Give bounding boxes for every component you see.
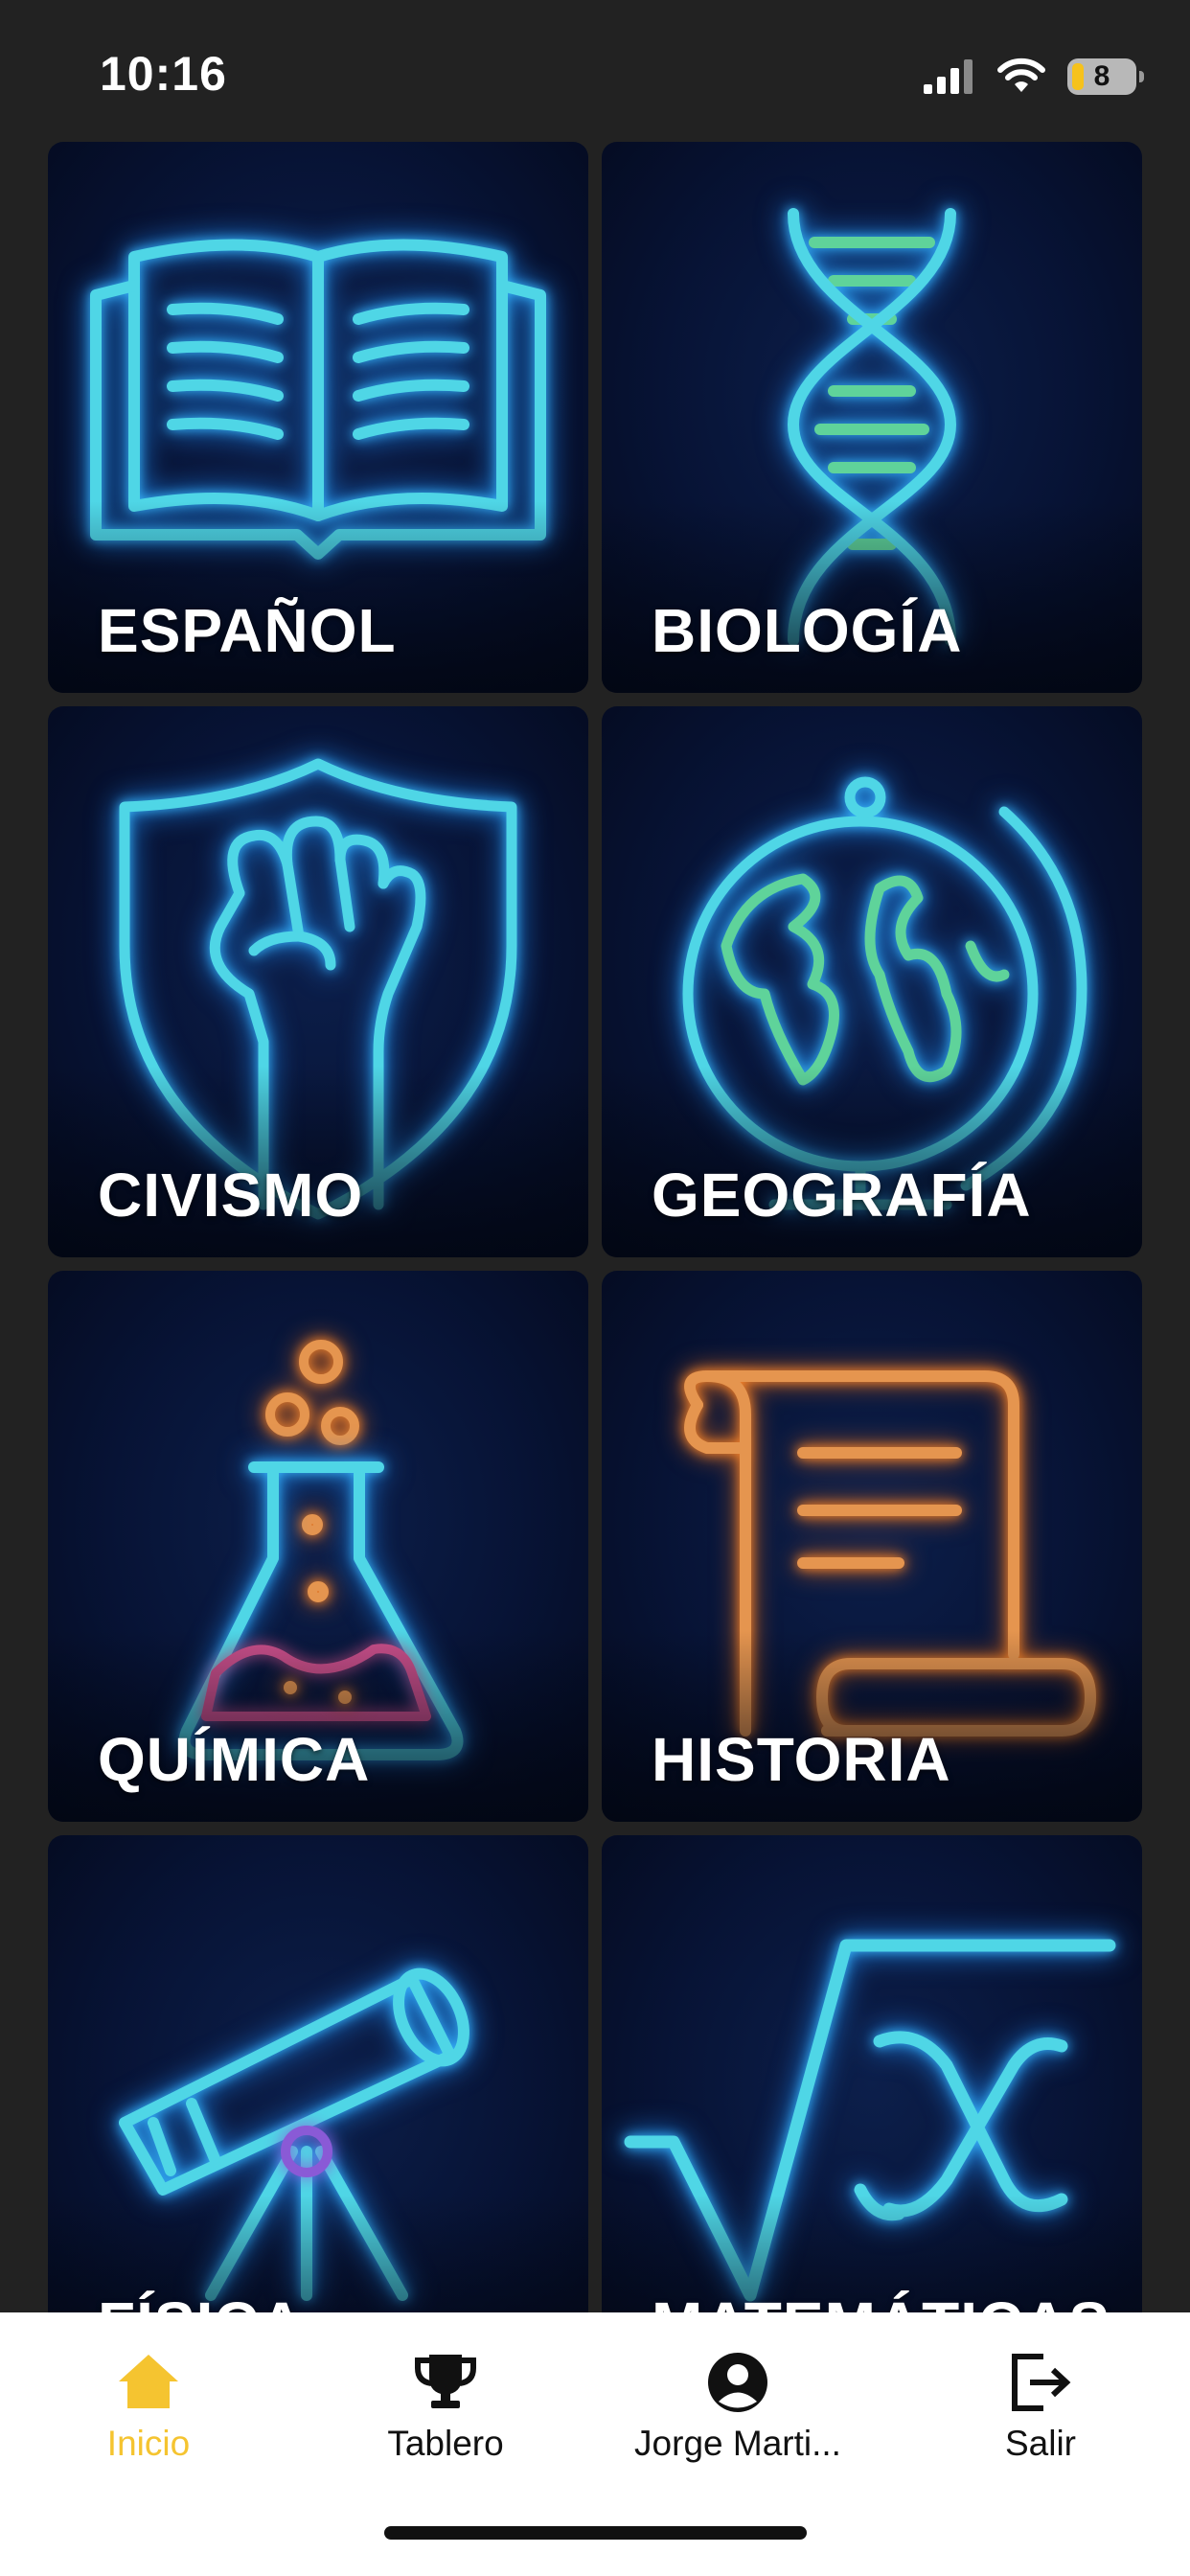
subject-label: BIOLOGÍA (652, 596, 963, 665)
subject-card-biologia[interactable]: BIOLOGÍA (602, 142, 1142, 693)
subject-label: ESPAÑOL (98, 596, 397, 665)
subject-label: QUÍMICA (98, 1725, 371, 1794)
subject-label: MATEMÁTICAS (652, 2288, 1110, 2312)
nav-label: Salir (1004, 2424, 1077, 2463)
telescope-icon (119, 1967, 469, 2301)
square-root-icon (624, 1939, 1116, 2302)
trophy-icon (415, 2355, 476, 2408)
nav-inicio[interactable]: Inicio (5, 2349, 292, 2464)
status-bar: 10:16 8 (0, 0, 1190, 144)
home-indicator (384, 2526, 807, 2540)
subject-card-espanol[interactable]: ESPAÑOL (48, 142, 588, 693)
battery-level: 8 (1093, 60, 1110, 92)
battery-icon: 8 (1067, 58, 1144, 95)
signal-icon (924, 59, 973, 94)
nav-salir[interactable]: Salir (897, 2349, 1184, 2464)
subjects-grid: ESPAÑOL BIOLOGÍA CIVISMO GEOGRAFÍA QUÍMI… (48, 142, 1142, 2312)
nav-profile[interactable]: Jorge Marti... (594, 2349, 881, 2464)
subject-card-historia[interactable]: HISTORIA (602, 1271, 1142, 1822)
status-time: 10:16 (100, 47, 227, 101)
subject-card-quimica[interactable]: QUÍMICA (48, 1271, 588, 1822)
nav-label: Inicio (106, 2424, 191, 2463)
subject-card-fisica[interactable]: FÍSICA (48, 1835, 588, 2312)
subject-label: FÍSICA (98, 2288, 305, 2312)
wifi-icon (997, 58, 1045, 92)
subject-label: GEOGRAFÍA (652, 1161, 1032, 1230)
subject-label: HISTORIA (652, 1725, 951, 1794)
logout-icon (1012, 2354, 1071, 2411)
status-icons: 8 (922, 54, 1144, 100)
account-icon (708, 2353, 767, 2412)
subject-label: CIVISMO (98, 1161, 364, 1230)
nav-label: Tablero (387, 2424, 504, 2463)
nav-tablero[interactable]: Tablero (302, 2349, 589, 2464)
subject-card-civismo[interactable]: CIVISMO (48, 706, 588, 1257)
subject-card-matematicas[interactable]: MATEMÁTICAS (602, 1835, 1142, 2312)
subject-card-geografia[interactable]: GEOGRAFÍA (602, 706, 1142, 1257)
home-icon (119, 2355, 178, 2408)
nav-label: Jorge Marti... (634, 2424, 841, 2463)
